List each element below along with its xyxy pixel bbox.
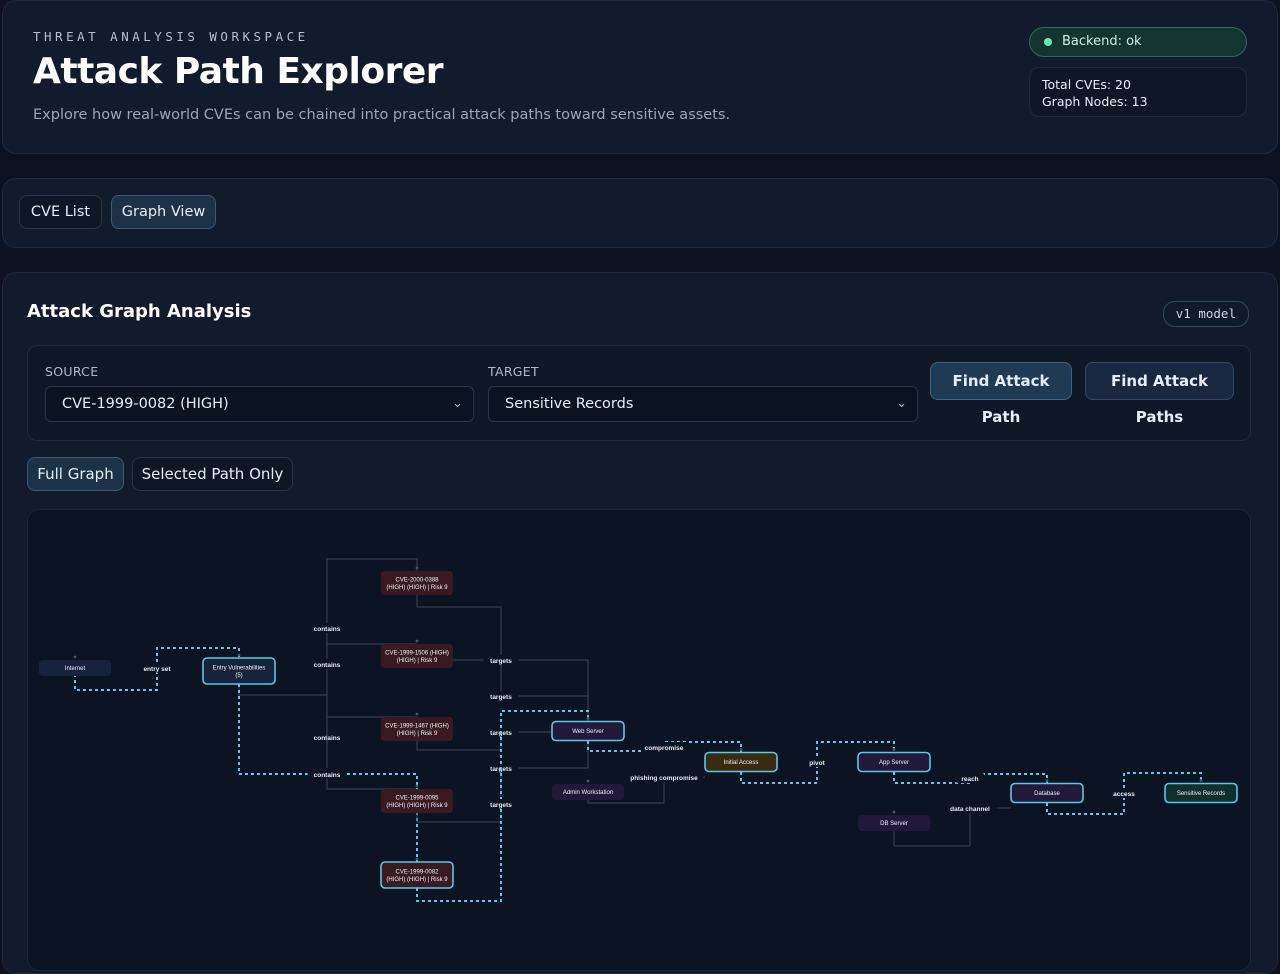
node-handle (586, 717, 590, 720)
attack-graph-panel: Attack Graph Analysis v1 model SOURCE CV… (2, 272, 1278, 974)
node-handle (1045, 779, 1049, 782)
status-dot-icon (1044, 38, 1052, 46)
edge-label: entry set (143, 666, 171, 673)
graph-node-entry[interactable]: Entry Vulnerabilities (5) (202, 653, 276, 685)
graph-nodes-stat: Graph Nodes: 13 (1042, 94, 1148, 109)
edge-line (238, 684, 417, 718)
node-label: Sensitive Records (1177, 791, 1225, 797)
path-controls: SOURCE CVE-1999-0082 (HIGH) ⌄ TARGET Sen… (27, 345, 1251, 441)
node-label: CVE-1999-1506 (HIGH) (385, 650, 449, 656)
node-handle (73, 655, 77, 659)
edge-label: targets (490, 658, 512, 665)
node-handle (237, 653, 241, 657)
node-handle (892, 748, 896, 751)
page-subtitle: Explore how real-world CVEs can be chain… (33, 107, 731, 123)
edge-label: data channel (950, 806, 990, 813)
node-handle (415, 784, 419, 788)
source-label: SOURCE (45, 364, 99, 379)
tab-cve-list[interactable]: CVE List (19, 195, 102, 229)
graph-node-internet[interactable]: Internet (39, 655, 111, 676)
backend-status-text: Backend: ok (1062, 34, 1142, 49)
node-handle (415, 566, 419, 570)
node-handle (415, 712, 419, 716)
target-select-value: Sensitive Records (505, 396, 634, 412)
header-panel: THREAT ANALYSIS WORKSPACE Attack Path Ex… (2, 0, 1278, 154)
node-label: Initial Access (724, 760, 759, 766)
graph-canvas[interactable]: entry set contains contains contains contain… (27, 509, 1251, 971)
node-label: CVE-1999-0082 (395, 869, 439, 875)
node-label: Web Server (572, 729, 604, 735)
node-label: CVE-1999-0095 (395, 795, 439, 801)
graph-node-app[interactable]: App Server (857, 748, 931, 773)
edge-label: targets (490, 694, 512, 701)
section-title: Attack Graph Analysis (27, 301, 252, 322)
node-label: CVE-1999-1467 (HIGH) (385, 723, 449, 729)
model-badge: v1 model (1162, 301, 1249, 327)
node-label: (5) (235, 673, 242, 679)
node-label: App Server (879, 760, 909, 766)
graph-node-c0082[interactable]: CVE-1999-0082 (HIGH) (HIGH) | Risk 9 (380, 857, 454, 889)
node-label: Admin Workstation (563, 790, 613, 796)
node-handle (415, 639, 419, 643)
workspace-eyebrow: THREAT ANALYSIS WORKSPACE (33, 29, 309, 44)
node-handle (1199, 779, 1203, 782)
target-select[interactable]: Sensitive Records ⌄ (488, 386, 918, 422)
edge-label: compromise (645, 745, 684, 752)
node-label: (HIGH) (HIGH) | Risk 9 (386, 585, 448, 591)
total-cves-stat: Total CVEs: 20 (1042, 77, 1131, 92)
node-label: (HIGH) (HIGH) | Risk 9 (386, 877, 448, 883)
node-label: Internet (65, 666, 86, 672)
node-handle (739, 748, 743, 751)
node-label: Entry Vulnerabilities (213, 665, 266, 671)
node-label: Database (1034, 791, 1060, 797)
stats-box: Total CVEs: 20 Graph Nodes: 13 (1029, 67, 1247, 117)
full-graph-button[interactable]: Full Graph (27, 457, 124, 491)
edge-label: phishing compromise (630, 775, 698, 782)
graph-edge-web-to-initial: compromise (587, 741, 742, 753)
find-attack-paths-button[interactable]: Find Attack Paths (1085, 362, 1234, 426)
graph-node-admin[interactable]: Admin Workstation (552, 779, 624, 800)
page-title: Attack Path Explorer (33, 51, 444, 92)
node-label: CVE-2000-0388 (395, 577, 439, 583)
view-tabs-panel: CVE List Graph View (2, 178, 1278, 248)
node-label: (HIGH) | Risk 9 (397, 658, 438, 664)
target-label: TARGET (488, 364, 539, 379)
selected-path-only-button[interactable]: Selected Path Only (132, 457, 293, 491)
node-label: (HIGH) (HIGH) | Risk 9 (386, 803, 448, 809)
node-label: (HIGH) | Risk 9 (397, 731, 438, 737)
edge-label: targets (490, 802, 512, 809)
node-handle (415, 857, 419, 861)
edge-label: contains (314, 662, 341, 669)
node-label: DB Server (880, 821, 908, 827)
node-handle (892, 810, 896, 814)
graph-node-db[interactable]: DB Server (858, 810, 930, 831)
edge-label: contains (314, 772, 341, 779)
edge-label: access (1113, 791, 1135, 798)
node-handle (586, 779, 590, 783)
edge-label: reach (961, 776, 978, 783)
source-select-value: CVE-1999-0082 (HIGH) (62, 396, 229, 412)
edge-label: pivot (809, 760, 825, 767)
attack-graph: entry setcontainscontainscontainscontain… (39, 558, 1238, 902)
chevron-down-icon: ⌄ (896, 396, 907, 411)
source-select[interactable]: CVE-1999-0082 (HIGH) ⌄ (45, 386, 474, 422)
chevron-down-icon: ⌄ (452, 396, 463, 411)
graph-edge-app-to-database: reach (893, 772, 1048, 784)
tab-graph-view[interactable]: Graph View (111, 195, 216, 229)
find-attack-path-button[interactable]: Find Attack Path (930, 362, 1072, 426)
graph-node-sensitive[interactable]: Sensitive Records (1164, 779, 1238, 804)
backend-status-badge: Backend: ok (1029, 27, 1247, 57)
graph-edge-entry-to-c0082: contains (238, 684, 418, 862)
edge-label: contains (314, 626, 341, 633)
